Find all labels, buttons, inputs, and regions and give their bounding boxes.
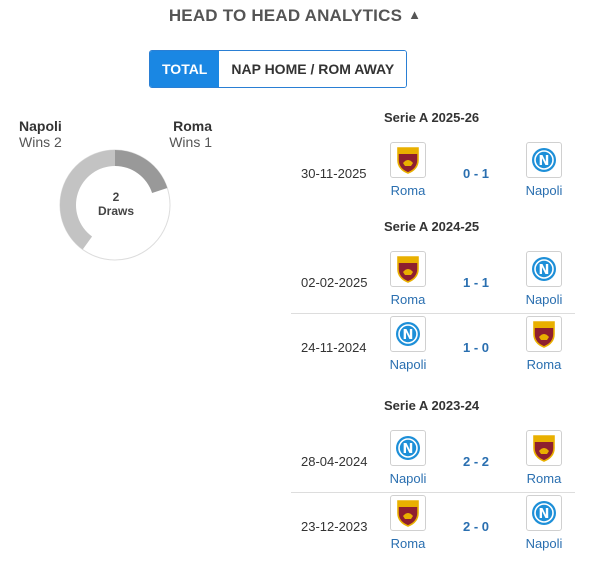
away-team[interactable]: N Napoli xyxy=(514,142,574,198)
section-header[interactable]: HEAD TO HEAD ANALYTICS ▲ xyxy=(0,6,590,26)
score-home: 1 xyxy=(462,275,471,290)
home-team-name[interactable]: Roma xyxy=(378,536,438,551)
chevron-up-icon[interactable]: ▲ xyxy=(408,7,421,22)
home-team-name[interactable]: Roma xyxy=(378,183,438,198)
svg-text:N: N xyxy=(539,154,550,169)
away-team-name[interactable]: Roma xyxy=(514,357,574,372)
match-date: 02-02-2025 xyxy=(301,275,368,290)
score-home: 2 xyxy=(462,454,471,469)
tab-nap-home-rom-away[interactable]: NAP HOME / ROM AWAY xyxy=(219,51,407,87)
napoli-crest-icon: N xyxy=(390,430,426,466)
roma-crest-icon xyxy=(390,495,426,531)
away-team-name[interactable]: Napoli xyxy=(514,292,574,307)
season-title: Serie A 2023-24 xyxy=(384,398,480,413)
match-date: 28-04-2024 xyxy=(301,454,368,469)
score-away: 2 xyxy=(481,454,490,469)
roma-crest-icon xyxy=(526,316,562,352)
away-team-name[interactable]: Roma xyxy=(514,471,574,486)
season-title: Serie A 2025-26 xyxy=(384,110,480,125)
season-title: Serie A 2024-25 xyxy=(384,219,480,234)
team-name-napoli: Napoli xyxy=(19,118,62,134)
score-away: 1 xyxy=(481,275,490,290)
match-date: 24-11-2024 xyxy=(301,340,367,355)
draws-text: Draws xyxy=(97,204,135,218)
score-home: 2 xyxy=(462,519,471,534)
home-team-name[interactable]: Napoli xyxy=(378,357,438,372)
score-away: 1 xyxy=(481,166,490,181)
svg-text:N: N xyxy=(403,442,414,457)
away-team[interactable]: Roma xyxy=(514,430,574,486)
napoli-crest-icon: N xyxy=(526,251,562,287)
napoli-crest-icon: N xyxy=(526,495,562,531)
home-team[interactable]: Roma xyxy=(378,142,438,198)
away-team-name[interactable]: Napoli xyxy=(514,536,574,551)
home-team[interactable]: N Napoli xyxy=(378,430,438,486)
svg-text:N: N xyxy=(539,507,550,522)
score-away: 0 xyxy=(481,340,490,355)
draws-count: 2 xyxy=(112,190,120,204)
match-row[interactable]: 02-02-2025 Roma 1 - 1 N Napoli xyxy=(291,249,575,317)
svg-text:N: N xyxy=(403,328,414,343)
tab-bar: TOTAL NAP HOME / ROM AWAY xyxy=(149,50,408,88)
away-team[interactable]: N Napoli xyxy=(514,251,574,307)
home-team[interactable]: Roma xyxy=(378,251,438,307)
home-team-name[interactable]: Roma xyxy=(378,292,438,307)
match-row[interactable]: 23-12-2023 Roma 2 - 0 N Napoli xyxy=(291,492,575,561)
roma-crest-icon xyxy=(390,142,426,178)
match-score[interactable]: 2 - 0 xyxy=(441,519,511,534)
match-score[interactable]: 1 - 0 xyxy=(441,340,511,355)
away-team-name[interactable]: Napoli xyxy=(514,183,574,198)
match-row[interactable]: 24-11-2024 N Napoli 1 - 0 Roma xyxy=(291,313,575,382)
match-score[interactable]: 2 - 2 xyxy=(441,454,511,469)
match-row[interactable]: 28-04-2024 N Napoli 2 - 2 Roma xyxy=(291,428,575,496)
score-home: 1 xyxy=(462,340,471,355)
svg-text:N: N xyxy=(539,263,550,278)
roma-crest-icon xyxy=(390,251,426,287)
score-home: 0 xyxy=(462,166,471,181)
match-score[interactable]: 0 - 1 xyxy=(441,166,511,181)
roma-crest-icon xyxy=(526,430,562,466)
tab-total[interactable]: TOTAL xyxy=(150,51,220,87)
match-date: 30-11-2025 xyxy=(301,166,367,181)
home-team[interactable]: Roma xyxy=(378,495,438,551)
home-team[interactable]: N Napoli xyxy=(378,316,438,372)
napoli-crest-icon: N xyxy=(526,142,562,178)
match-score[interactable]: 1 - 1 xyxy=(441,275,511,290)
draws-label: 2 Draws xyxy=(76,190,156,218)
score-away: 0 xyxy=(481,519,490,534)
napoli-crest-icon: N xyxy=(390,316,426,352)
away-team[interactable]: N Napoli xyxy=(514,495,574,551)
section-title: HEAD TO HEAD ANALYTICS xyxy=(168,6,403,25)
match-row[interactable]: 30-11-2025 Roma 0 - 1 N Napoli xyxy=(291,140,575,208)
away-team[interactable]: Roma xyxy=(514,316,574,372)
team-name-roma: Roma xyxy=(173,118,212,134)
home-team-name[interactable]: Napoli xyxy=(378,471,438,486)
match-date: 23-12-2023 xyxy=(301,519,368,534)
